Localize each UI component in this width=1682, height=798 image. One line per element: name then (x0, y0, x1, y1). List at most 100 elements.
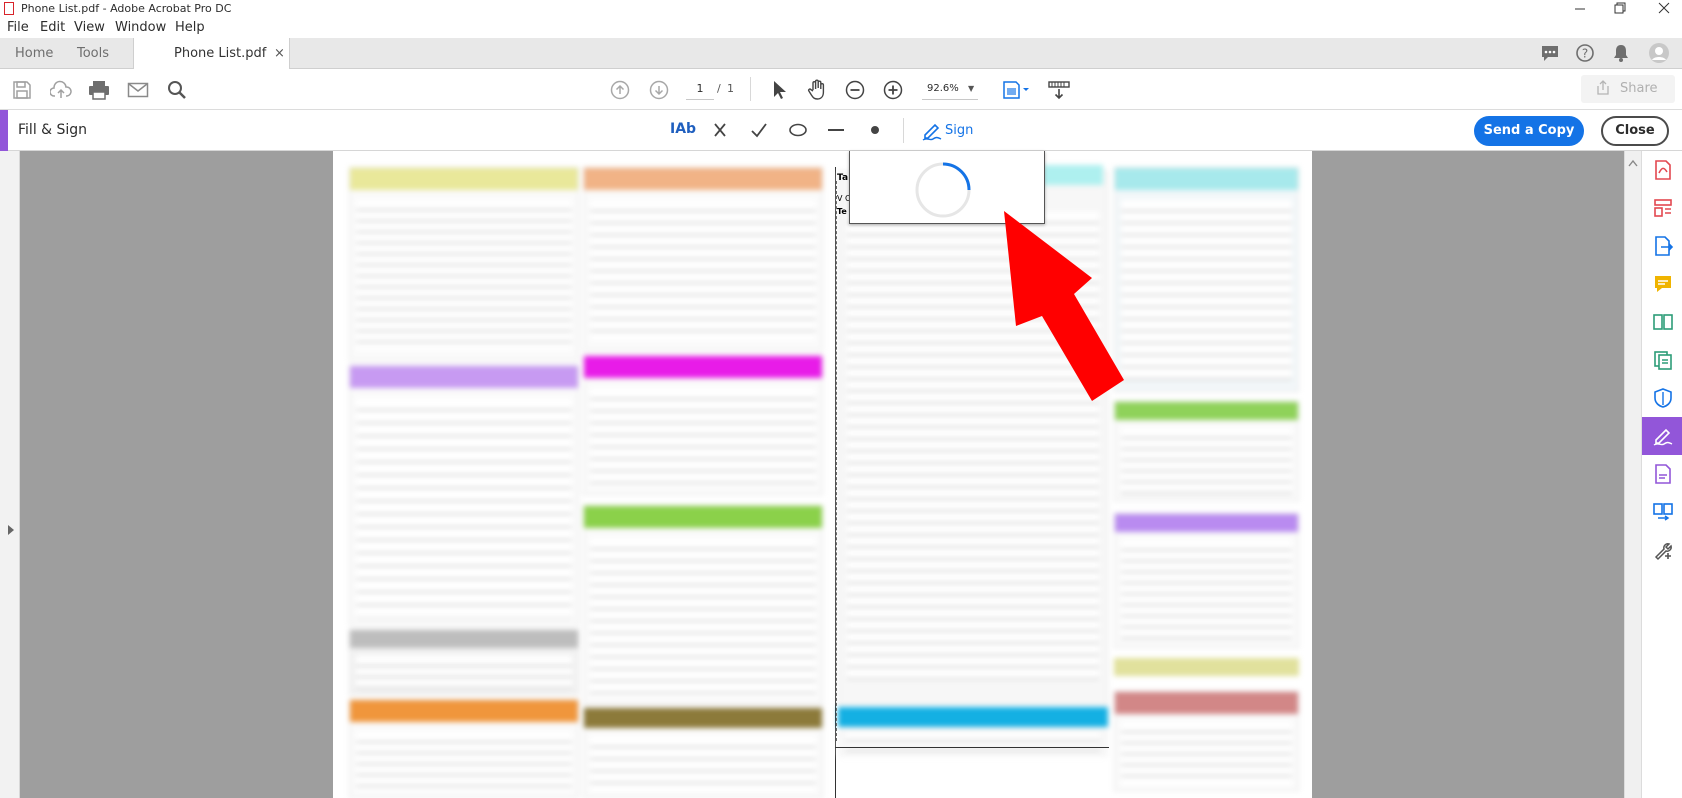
table-section-gray (349, 629, 579, 695)
tab-close-icon[interactable]: × (274, 38, 285, 69)
pdf-page[interactable]: Ta V C Te (333, 151, 1312, 798)
export-pdf-icon (1654, 236, 1673, 256)
zoom-out-icon[interactable] (843, 78, 867, 102)
table-section-rose (1114, 691, 1299, 791)
menu-help[interactable]: Help (175, 20, 205, 35)
pdf-app-icon (4, 2, 14, 15)
combine-files-icon (1652, 314, 1673, 330)
chevron-down-icon: ▼ (968, 84, 975, 93)
page-separator: / (717, 82, 721, 95)
organize-pages-tool[interactable] (1642, 341, 1682, 379)
send-copy-button[interactable]: Send a Copy (1474, 116, 1584, 146)
export-pdf-tool[interactable] (1642, 227, 1682, 265)
line-icon[interactable] (826, 123, 846, 137)
minimize-button[interactable] (1572, 0, 1588, 16)
table-section-olive (583, 707, 823, 798)
comment-tool[interactable] (1642, 265, 1682, 303)
more-tools[interactable] (1642, 531, 1682, 569)
send-for-signature-tool[interactable] (1642, 455, 1682, 493)
page-down-icon[interactable] (647, 78, 671, 102)
tab-document[interactable]: Phone List.pdf × (133, 38, 290, 70)
sign-label: Sign (945, 123, 974, 138)
sign-pen-icon (921, 121, 943, 141)
table-section-khaki (1114, 658, 1299, 676)
search-icon[interactable] (165, 78, 189, 102)
cross-mark-icon[interactable] (712, 122, 728, 138)
bell-icon[interactable] (1611, 43, 1631, 63)
email-icon[interactable] (126, 78, 150, 102)
fill-sign-bar: Fill & Sign IAb Sign Send a Copy Close (0, 110, 1682, 151)
protect-tool[interactable] (1642, 379, 1682, 417)
account-icon[interactable] (1648, 42, 1670, 64)
expand-arrow-icon[interactable] (7, 525, 15, 535)
page-current: 1 (696, 82, 704, 95)
organize-pages-icon (1653, 351, 1672, 370)
help-icon[interactable]: ? (1575, 43, 1595, 63)
dot-icon[interactable] (868, 123, 882, 137)
sign-button[interactable]: Sign (918, 118, 978, 144)
compare-files-icon (1652, 503, 1673, 521)
title-bar: Phone List.pdf - Adobe Acrobat Pro DC (0, 0, 1682, 18)
scroll-up-icon[interactable] (1628, 159, 1638, 167)
comment-icon[interactable] (1540, 44, 1560, 62)
hand-icon[interactable] (805, 78, 829, 102)
upload-icon[interactable] (49, 78, 73, 102)
menu-file[interactable]: File (7, 20, 29, 35)
page-up-icon[interactable] (608, 78, 632, 102)
select-cursor-icon[interactable] (767, 78, 791, 102)
table-section-green (583, 505, 823, 705)
menu-edit[interactable]: Edit (40, 20, 65, 35)
zoom-select[interactable]: 92.6% ▼ (922, 78, 978, 100)
menu-view[interactable]: View (74, 20, 105, 35)
document-viewport: Ta V C Te (0, 151, 1682, 798)
restore-button[interactable] (1612, 0, 1628, 16)
ellipse-icon[interactable] (788, 123, 808, 137)
fill-sign-divider (903, 118, 904, 143)
edit-pdf-icon (1653, 199, 1672, 217)
left-panel-toggle[interactable] (0, 151, 20, 798)
close-label: Close (1615, 123, 1655, 138)
tab-bar: Home Tools Phone List.pdf × ? (0, 38, 1682, 70)
selected-table-bottom-line (835, 747, 1109, 748)
print-icon[interactable] (87, 78, 111, 102)
scroll-mode-icon[interactable] (1047, 78, 1071, 102)
red-arrow-pointer (1000, 211, 1130, 411)
fill-sign-accent (0, 110, 8, 151)
table-section-aqua (1114, 167, 1299, 392)
page-number-input[interactable]: 1 (686, 78, 714, 100)
tab-document-label: Phone List.pdf (174, 46, 267, 61)
main-toolbar: 1 / 1 92.6% ▼ Share (0, 69, 1682, 110)
send-copy-label: Send a Copy (1483, 123, 1575, 138)
fill-sign-tool[interactable] (1642, 417, 1682, 455)
share-button[interactable]: Share (1581, 75, 1675, 103)
share-label: Share (1620, 81, 1658, 96)
save-icon[interactable] (10, 78, 34, 102)
shield-icon (1653, 388, 1672, 408)
combine-files-tool[interactable] (1642, 303, 1682, 341)
table-section-lime (1114, 401, 1299, 501)
window-title: Phone List.pdf - Adobe Acrobat Pro DC (21, 2, 232, 15)
edit-pdf-tool[interactable] (1642, 189, 1682, 227)
add-text-tool[interactable]: IAb (670, 121, 696, 137)
zoom-value: 92.6% (927, 83, 959, 94)
page-total: 1 (727, 82, 734, 95)
dashed-field-outline (836, 181, 840, 741)
fill-sign-pen-icon (1653, 428, 1672, 446)
table-section-purple (349, 365, 579, 625)
tab-tools[interactable]: Tools (77, 38, 109, 69)
fill-sign-title: Fill & Sign (18, 122, 88, 138)
compare-files-tool[interactable] (1642, 493, 1682, 531)
menu-window[interactable]: Window (115, 20, 166, 35)
fit-page-icon[interactable] (1001, 78, 1031, 102)
table-section-orange (349, 699, 579, 798)
field-label-ta: Ta (837, 173, 849, 183)
close-fill-sign-button[interactable]: Close (1601, 116, 1669, 146)
table-section-teal-top (1043, 165, 1103, 185)
create-pdf-tool[interactable] (1642, 151, 1682, 189)
zoom-in-icon[interactable] (881, 78, 905, 102)
vertical-scrollbar[interactable] (1624, 151, 1641, 798)
create-pdf-icon (1654, 160, 1671, 180)
close-window-button[interactable] (1656, 0, 1672, 16)
tab-home[interactable]: Home (15, 38, 53, 69)
checkmark-icon[interactable] (750, 122, 768, 138)
